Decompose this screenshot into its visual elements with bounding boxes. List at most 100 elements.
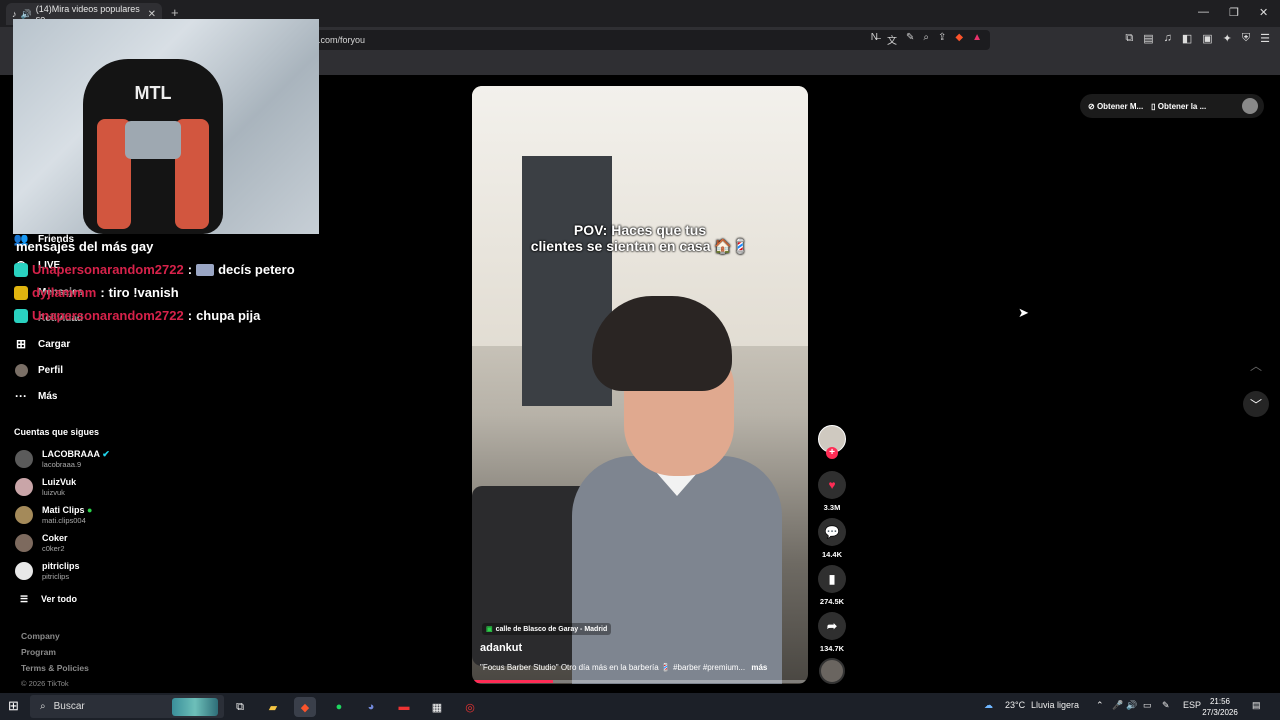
close-window-button[interactable]: ✕ [1259,6,1268,19]
sidebar-item-profile[interactable]: Perfil [14,363,63,377]
comment-icon[interactable]: 💬 [818,518,846,546]
avatar [15,506,33,524]
weather-icon[interactable]: ☁ [984,700,993,711]
edit-icon[interactable]: ✎ [906,32,914,47]
bookmark-icon[interactable]: ▮ [818,565,846,593]
video-player[interactable]: POV: Haces que tus clientes se sientan e… [472,86,808,684]
recording-app-icon[interactable]: ◎ [459,697,481,717]
sidebar-item-more[interactable]: ··· Más [14,389,57,403]
following-item[interactable]: Coker c0ker2 [15,533,68,553]
chat-username: dyjlammm [32,285,97,300]
footer-program-link[interactable]: Program [21,647,56,657]
like-action[interactable]: ♥ 3.3M [817,471,847,512]
sidebar-item-upload[interactable]: ⊞ Cargar [14,337,70,351]
menu-icon[interactable]: ☰ [1260,32,1270,45]
user-avatar[interactable] [1242,98,1258,114]
leo-ai-icon[interactable]: ✦ [1223,32,1232,45]
share-arrow-icon[interactable]: ➦ [818,612,846,640]
share-icon[interactable]: ⇪ [938,32,946,47]
minimize-button[interactable]: — [1198,6,1209,18]
file-explorer-icon[interactable]: ▰ [262,697,284,717]
microphone-icon[interactable]: 🎤 [1112,700,1123,711]
pen-icon[interactable]: ✎ [1162,700,1170,711]
get-app-button-2[interactable]: ▯ Obtener la ... [1151,102,1206,111]
tray-chevron-icon[interactable]: ⌃ [1096,700,1104,711]
list-icon: ☰ [19,593,29,604]
video-overlay-text: POV: Haces que tus clientes se sientan e… [530,222,750,254]
get-app-button-1[interactable]: ⊘ Obtener M... [1088,102,1143,111]
music-icon[interactable]: ♫ [1164,32,1172,45]
zoom-icon[interactable]: ⌕ [923,32,929,47]
new-tab-button[interactable]: + [171,5,179,20]
task-view-icon[interactable]: ⧉ [229,697,251,717]
taskbar-search[interactable]: ⌕ Buscar [30,695,224,718]
translate-icon[interactable]: 文 [887,32,897,47]
address-bar[interactable]: .com/foryou N̶ 文 ✎ ⌕ ⇪ ◆ ▲ [300,30,990,50]
share-action[interactable]: ➦ 134.7K [817,612,847,653]
spotify-icon[interactable]: ● [328,697,350,717]
app-icon[interactable]: ▦ [426,697,448,717]
brave-rewards-icon[interactable]: ▲ [972,32,982,47]
maximize-button[interactable]: ❐ [1229,6,1239,19]
weather-text: Lluvia ligera [1031,700,1080,710]
avatar [15,450,33,468]
language-indicator[interactable]: ESP [1183,700,1201,710]
mouse-cursor-icon: ➤ [1018,305,1029,320]
following-section-title: Cuentas que sigues [14,427,100,437]
system-clock[interactable]: 21:56 27/3/2026 [1200,696,1240,718]
live-dot-icon: ● [87,505,93,515]
get-app-bar: ⊘ Obtener M... ▯ Obtener la ... [1080,94,1264,118]
share-count: 134.7K [819,644,845,653]
following-item[interactable]: Mati Clips ● mati.clips004 [15,505,92,525]
brave-shield-icon[interactable]: ◆ [955,32,963,47]
avatar [15,562,33,580]
temperature: 23°C [1005,700,1026,710]
upload-icon: ⊞ [15,337,27,351]
extensions-icon[interactable]: ⧉ [1125,32,1133,45]
following-item[interactable]: LuizVuk luizvuk [15,477,76,497]
chat-message: Unapersonarandom2722 : decís petero [14,262,295,277]
video-progress-bar[interactable] [472,680,808,683]
gaming-chair-image: MTL [83,59,223,234]
chat-badge-icon [14,285,28,300]
discord-icon[interactable]: ◕ [360,697,382,717]
sidebar-icon[interactable]: ◧ [1182,32,1192,45]
heart-icon[interactable]: ♥ [818,471,846,499]
location-tag[interactable]: ▣ calle de Blasco de Garay - Madrid [482,623,612,635]
wallet-icon[interactable]: ▣ [1202,32,1212,45]
following-item[interactable]: LACOBRAAA ✔ lacobraaa.9 [15,449,110,469]
more-icon: ··· [15,389,27,403]
follow-plus-icon[interactable]: + [826,447,838,459]
chat-text: decís petero [218,262,295,277]
tiktok-favicon-icon: ♪ [12,9,17,19]
chat-username: Unapersonarandom2722 [32,262,184,277]
following-item[interactable]: pitriclips pitriclips [15,561,80,581]
notifications-icon[interactable]: ▤ [1252,700,1261,711]
save-action[interactable]: ▮ 274.5K [817,565,847,606]
tab-close-icon[interactable]: ✕ [148,9,156,20]
vpn-icon[interactable]: ⛨ [1242,32,1250,45]
network-icon[interactable]: ▭ [1143,700,1152,711]
brave-browser-icon[interactable]: ◆ [294,697,316,717]
video-author[interactable]: adankut [480,642,522,654]
previous-video-button[interactable]: ︿ [1243,352,1269,378]
comment-action[interactable]: 💬 14.4K [817,518,847,559]
footer-copyright: © 2026 TikTok [21,679,69,688]
audio-icon[interactable]: 🔊 [21,9,32,20]
voice-app-icon[interactable]: ▬ [393,697,415,717]
footer-company-link[interactable]: Company [21,631,60,641]
chat-badge-icon [14,308,28,323]
footer-terms-link[interactable]: Terms & Policies [21,663,89,673]
reader-icon[interactable]: ▤ [1143,32,1153,45]
see-all-button[interactable]: ☰ Ver todo [17,592,77,606]
address-bar-icons: N̶ 文 ✎ ⌕ ⇪ ◆ ▲ [871,32,982,47]
next-video-button[interactable]: ﹀ [1243,391,1269,417]
speaker-icon[interactable]: 🔊 [1126,700,1137,711]
windows-start-icon[interactable]: ⊞ [8,698,19,714]
caption-more-button[interactable]: más [751,663,767,672]
chat-text: chupa pija [196,308,261,323]
browser-extension-icons: ⧉ ▤ ♫ ◧ ▣ ✦ ⛨ ☰ [1125,32,1270,45]
video-caption: "Focus Barber Studio" Otro día más en la… [480,663,768,672]
no-translate-icon[interactable]: N̶ [871,32,878,47]
music-disc-icon[interactable] [819,658,845,684]
